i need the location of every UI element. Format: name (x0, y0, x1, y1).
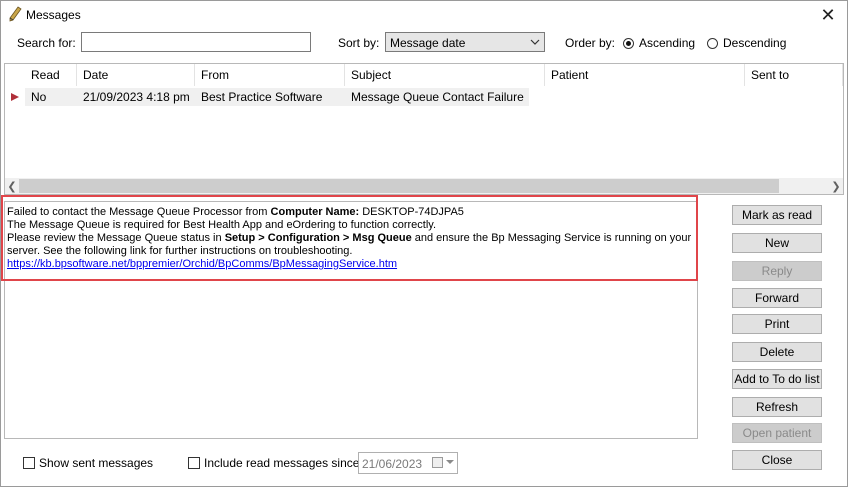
forward-button[interactable]: Forward (732, 288, 822, 308)
checkbox-unchecked-icon (23, 457, 35, 469)
sort-label: Sort by: (338, 36, 380, 50)
descending-radio[interactable]: Descending (707, 36, 786, 50)
since-date-picker[interactable]: 21/06/2023 (358, 452, 458, 474)
radio-selected-icon (623, 37, 634, 49)
order-label: Order by: (565, 36, 616, 50)
chevron-down-icon (446, 460, 454, 464)
window-title: Messages (26, 8, 81, 22)
delete-button[interactable]: Delete (732, 342, 822, 362)
include-read-label: Include read messages since (204, 456, 360, 470)
add-to-do-list-button[interactable]: Add to To do list (732, 369, 822, 389)
scroll-right-icon[interactable]: ❯ (829, 178, 843, 194)
scroll-left-icon[interactable]: ❮ (5, 178, 19, 194)
sort-select-value: Message date (390, 36, 466, 50)
messages-window: Messages ✕ Search for: Sort by: Message … (0, 0, 848, 487)
title-bar: Messages ✕ (1, 1, 847, 29)
reply-button[interactable]: Reply (732, 261, 822, 281)
troubleshooting-link[interactable]: https://kb.bpsoftware.net/bppremier/Orch… (7, 258, 397, 270)
column-date[interactable]: Date (77, 64, 195, 86)
close-button[interactable]: Close (732, 450, 822, 470)
print-button[interactable]: Print (732, 314, 822, 334)
message-line-3: Please review the Message Queue status i… (7, 232, 692, 244)
include-read-checkbox[interactable]: Include read messages since (188, 456, 359, 470)
show-sent-label: Show sent messages (39, 456, 154, 470)
message-line-1: Failed to contact the Message Queue Proc… (7, 206, 464, 218)
calendar-icon (432, 457, 443, 468)
column-subject[interactable]: Subject (345, 64, 545, 86)
computer-name-label: Computer Name: (270, 206, 360, 218)
search-label: Search for: (17, 36, 76, 50)
descending-label: Descending (723, 36, 787, 50)
refresh-button[interactable]: Refresh (732, 397, 822, 417)
column-sent-to[interactable]: Sent to (745, 64, 843, 86)
scrollbar-thumb[interactable] (19, 179, 779, 193)
ascending-label: Ascending (639, 36, 696, 50)
chevron-down-icon (530, 39, 540, 45)
ascending-radio[interactable]: Ascending (623, 36, 695, 50)
message-line-2: The Message Queue is required for Best H… (7, 219, 437, 231)
radio-unselected-icon (707, 37, 718, 49)
row-indicator-icon (11, 93, 19, 101)
cell-read: No (25, 88, 77, 106)
cell-subject: Message Queue Contact Failure (345, 88, 529, 106)
pen-icon (9, 6, 22, 22)
column-read[interactable]: Read (25, 64, 77, 86)
horizontal-scrollbar[interactable]: ❮ ❯ (5, 178, 843, 194)
search-input[interactable] (81, 32, 311, 52)
checkbox-unchecked-icon (188, 457, 200, 469)
cell-from: Best Practice Software (195, 88, 345, 106)
column-from[interactable]: From (195, 64, 345, 86)
since-date-value: 21/06/2023 (362, 457, 423, 471)
setup-path: Setup > Configuration > Msg Queue (224, 232, 412, 244)
message-line-4: server. See the following link for furth… (7, 245, 353, 257)
cell-date: 21/09/2023 4:18 pm (77, 88, 195, 106)
new-button[interactable]: New (732, 233, 822, 253)
mark-as-read-button[interactable]: Mark as read (732, 205, 822, 225)
message-body: Failed to contact the Message Queue Proc… (7, 206, 697, 271)
sort-select[interactable]: Message date (385, 32, 545, 52)
open-patient-button[interactable]: Open patient (732, 423, 822, 443)
grid-header: Read Date From Subject Patient Sent to (5, 64, 843, 86)
column-patient[interactable]: Patient (545, 64, 745, 86)
message-preview[interactable]: Failed to contact the Message Queue Proc… (4, 201, 698, 439)
close-window-icon[interactable]: ✕ (815, 3, 841, 27)
show-sent-checkbox[interactable]: Show sent messages (23, 456, 153, 470)
message-list[interactable]: Read Date From Subject Patient Sent to N… (4, 63, 844, 195)
